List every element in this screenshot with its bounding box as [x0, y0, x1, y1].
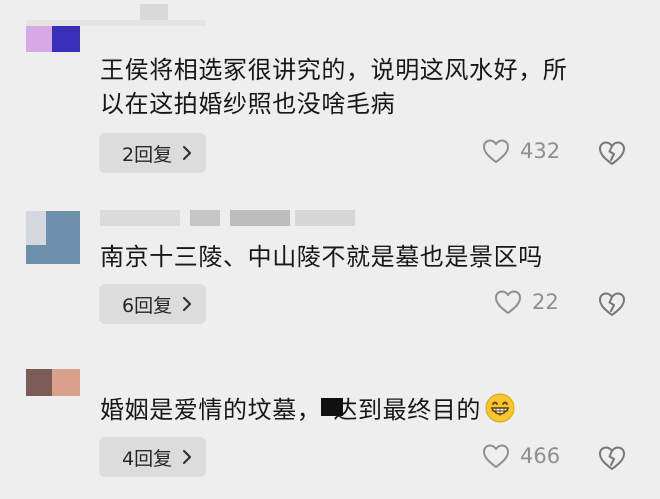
broken-heart-icon[interactable]	[598, 445, 626, 471]
username-blurred[interactable]	[100, 210, 370, 226]
heart-outline-icon	[495, 290, 521, 314]
comment-text-line: 王侯将相选冢很讲究的，说明这风水好，所	[100, 56, 568, 84]
comment-text-line: 南京十三陵、中山陵不就是墓也是景区吗	[100, 243, 543, 271]
like-count: 466	[520, 444, 561, 468]
avatar[interactable]	[26, 26, 80, 52]
view-replies-button[interactable]: 2回复	[99, 133, 206, 173]
avatar-blur-strip	[26, 20, 226, 26]
reply-count-label: 2回复	[122, 143, 173, 166]
chevron-right-icon	[182, 296, 192, 312]
like-button[interactable]: 466	[482, 443, 560, 469]
chevron-right-icon	[182, 449, 192, 465]
reply-count-label: 4回复	[122, 447, 173, 470]
view-replies-button[interactable]: 6回复	[99, 284, 206, 324]
avatar[interactable]	[26, 369, 80, 396]
view-replies-button[interactable]: 4回复	[99, 437, 206, 477]
broken-heart-icon[interactable]	[598, 291, 626, 317]
broken-heart-icon[interactable]	[598, 140, 626, 166]
like-count: 432	[520, 139, 561, 163]
comment-text: 王侯将相选冢很讲究的，说明这风水好，所 以在这拍婚纱照也没啥毛病	[100, 53, 567, 121]
like-count: 22	[532, 290, 559, 314]
heart-outline-icon	[483, 444, 509, 468]
reply-count-label: 6回复	[122, 294, 173, 317]
comment-text-part: 婚姻是爱情的坟墓，	[100, 396, 322, 424]
comment-text: 南京十三陵、中山陵不就是墓也是景区吗	[100, 240, 543, 274]
like-button[interactable]: 22	[494, 289, 559, 315]
heart-outline-icon	[483, 139, 509, 163]
like-button[interactable]: 432	[482, 138, 560, 164]
grinning-face-emoji	[485, 393, 515, 423]
username-blurred[interactable]	[100, 4, 220, 20]
redaction-mark	[321, 398, 344, 416]
comment-text-line: 以在这拍婚纱照也没啥毛病	[100, 90, 396, 118]
comment-text-part: 达到最终目的	[333, 396, 482, 424]
comment-text: 婚姻是爱情的坟墓， 达到最终目的	[100, 393, 515, 427]
chevron-right-icon	[182, 145, 192, 161]
avatar[interactable]	[26, 211, 80, 264]
